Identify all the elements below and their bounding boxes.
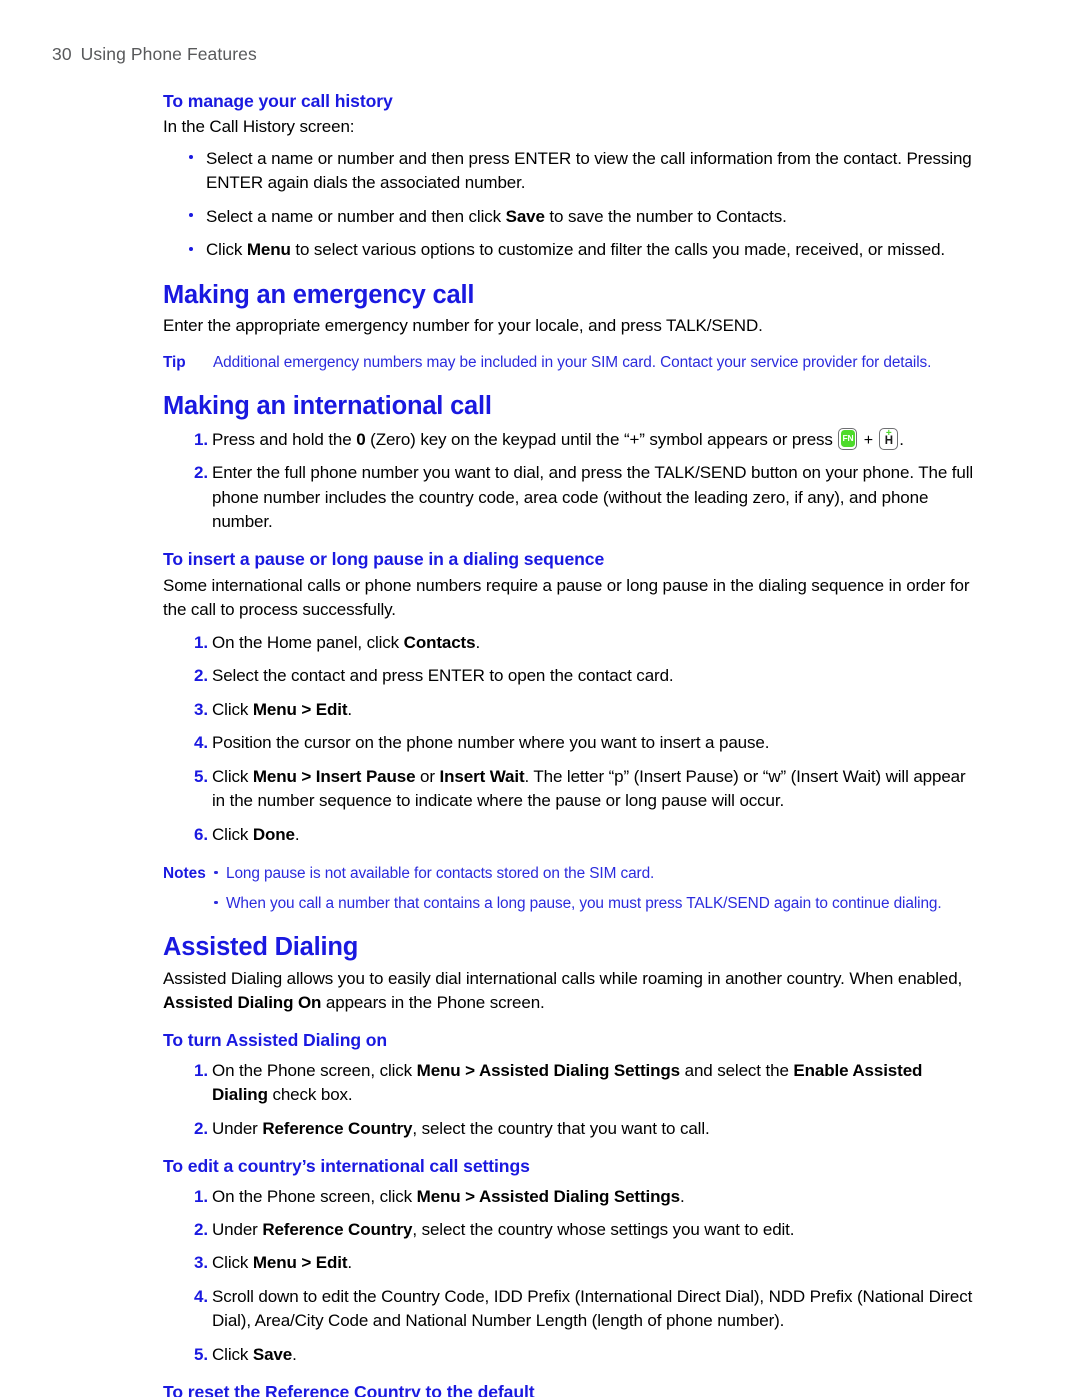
tip-callout: Tip Additional emergency numbers may be … (163, 352, 975, 374)
notes-list: Long pause is not available for contacts… (213, 863, 975, 915)
step-number: 3. (194, 1253, 208, 1273)
paragraph-emergency-call: Enter the appropriate emergency number f… (163, 316, 763, 336)
heading-manage-call-history: To manage your call history (163, 91, 393, 111)
intro-call-history: In the Call History screen: (163, 117, 355, 137)
heading-making-emergency-call: Making an emergency call (163, 280, 475, 309)
step-item: 5. Click Save. (163, 1343, 975, 1367)
h-key-label: H (884, 434, 893, 447)
step-item: 2. Enter the full phone number you want t… (163, 461, 975, 534)
list-item: Select a name or number and then press E… (163, 147, 975, 196)
emphasis-text: Contacts (403, 632, 476, 652)
step-item: 1. On the Home panel, click Contacts. (163, 631, 975, 655)
fn-key-icon: FN (838, 427, 858, 450)
tip-label: Tip (163, 353, 186, 371)
emphasis-text: Reference Country (262, 1118, 413, 1138)
list-item: Click Menu to select various options to … (163, 238, 975, 262)
edit-country-step-list: 1. On the Phone screen, click Menu > Assi… (163, 1185, 975, 1368)
step-item: 6. Click Done. (163, 823, 975, 847)
manual-page: 30 Using Phone Features To manage your ca… (0, 0, 1080, 1397)
international-call-step-list: 1. Press and hold the 0 (Zero) key on the… (163, 427, 975, 535)
page-content: To manage your call history In the Call … (163, 91, 975, 1397)
note-item: When you call a number that contains a l… (213, 893, 975, 915)
emphasis-text: Menu (246, 240, 291, 260)
bullet-dot-icon (214, 900, 218, 905)
emphasis-text: Menu > Edit (252, 699, 348, 719)
notes-callout: Notes Long pause is not available for co… (163, 863, 975, 915)
bullet-dot-icon (189, 155, 193, 160)
call-history-bullet-list: Select a name or number and then press E… (163, 147, 975, 263)
bullet-dot-icon (189, 246, 193, 251)
tip-text: Additional emergency numbers may be incl… (213, 353, 932, 371)
bullet-dot-icon (214, 870, 218, 875)
page-number: 30 (52, 44, 72, 64)
fn-key-label: FN (840, 430, 855, 448)
step-number: 1. (194, 1186, 208, 1206)
step-number: 1. (194, 429, 208, 449)
turn-on-step-list: 1. On the Phone screen, click Menu > Assi… (163, 1059, 975, 1141)
emphasis-text: Save (505, 206, 545, 226)
step-item: 3. Click Menu > Edit. (163, 698, 975, 722)
step-item: 2. Under Reference Country, select the co… (163, 1117, 975, 1141)
note-item: Long pause is not available for contacts… (213, 863, 975, 885)
heading-reset-reference-country: To reset the Reference Country to the de… (163, 1382, 535, 1397)
emphasis-text: Menu > Assisted Dialing Settings (416, 1060, 680, 1080)
step-item: 4. Position the cursor on the phone numbe… (163, 731, 975, 755)
step-number: 5. (194, 1344, 208, 1364)
emphasis-text: Save (252, 1344, 293, 1364)
step-item: 1. On the Phone screen, click Menu > Assi… (163, 1185, 975, 1209)
step-item: 1. Press and hold the 0 (Zero) key on the… (163, 427, 975, 452)
paragraph-assisted-dialing: Assisted Dialing allows you to easily di… (163, 968, 963, 1012)
step-item: 4. Scroll down to edit the Country Code, … (163, 1285, 975, 1334)
emphasis-text: Menu > Insert Pause (252, 766, 416, 786)
step-number: 5. (194, 766, 208, 786)
step-number: 2. (194, 666, 208, 686)
running-header: 30 Using Phone Features (52, 44, 257, 65)
step-number: 3. (194, 699, 208, 719)
heading-edit-country-settings: To edit a country’s international call s… (163, 1156, 530, 1177)
step-item: 3. Click Menu > Edit. (163, 1251, 975, 1275)
list-item: Select a name or number and then click S… (163, 205, 975, 229)
emphasis-text: Reference Country (262, 1220, 413, 1240)
step-number: 2. (194, 1220, 208, 1240)
step-item: 1. On the Phone screen, click Menu > Assi… (163, 1059, 975, 1108)
step-number: 6. (194, 824, 208, 844)
emphasis-text: Assisted Dialing On (163, 992, 322, 1012)
emphasis-text: 0 (356, 429, 366, 449)
step-number: 1. (194, 1060, 208, 1080)
step-number: 2. (194, 1118, 208, 1138)
paragraph-insert-pause: Some international calls or phone number… (163, 575, 970, 620)
insert-pause-step-list: 1. On the Home panel, click Contacts. 2. Se… (163, 631, 975, 847)
step-number: 2. (194, 463, 208, 483)
heading-insert-pause: To insert a pause or long pause in a dia… (163, 549, 605, 570)
step-item: 2. Under Reference Country, select the co… (163, 1218, 975, 1242)
notes-label: Notes (163, 865, 206, 882)
emphasis-text: Done (252, 824, 295, 844)
running-title: Using Phone Features (80, 44, 257, 64)
step-item: 5. Click Menu > Insert Pause or Insert Wa… (163, 765, 975, 814)
emphasis-text: Menu > Assisted Dialing Settings (416, 1186, 680, 1206)
step-number: 1. (194, 632, 208, 652)
h-key-icon: + H (879, 427, 899, 450)
step-item: 2. Select the contact and press ENTER to … (163, 664, 975, 688)
heading-assisted-dialing: Assisted Dialing (163, 932, 359, 961)
heading-making-international-call: Making an international call (163, 391, 492, 420)
step-number: 4. (194, 1286, 208, 1306)
heading-turn-assisted-dialing-on: To turn Assisted Dialing on (163, 1030, 388, 1051)
emphasis-text: Insert Wait (439, 766, 525, 786)
step-number: 4. (194, 733, 208, 753)
bullet-dot-icon (189, 213, 193, 218)
key-combination-plus: + (859, 431, 878, 449)
emphasis-text: Menu > Edit (252, 1253, 348, 1273)
